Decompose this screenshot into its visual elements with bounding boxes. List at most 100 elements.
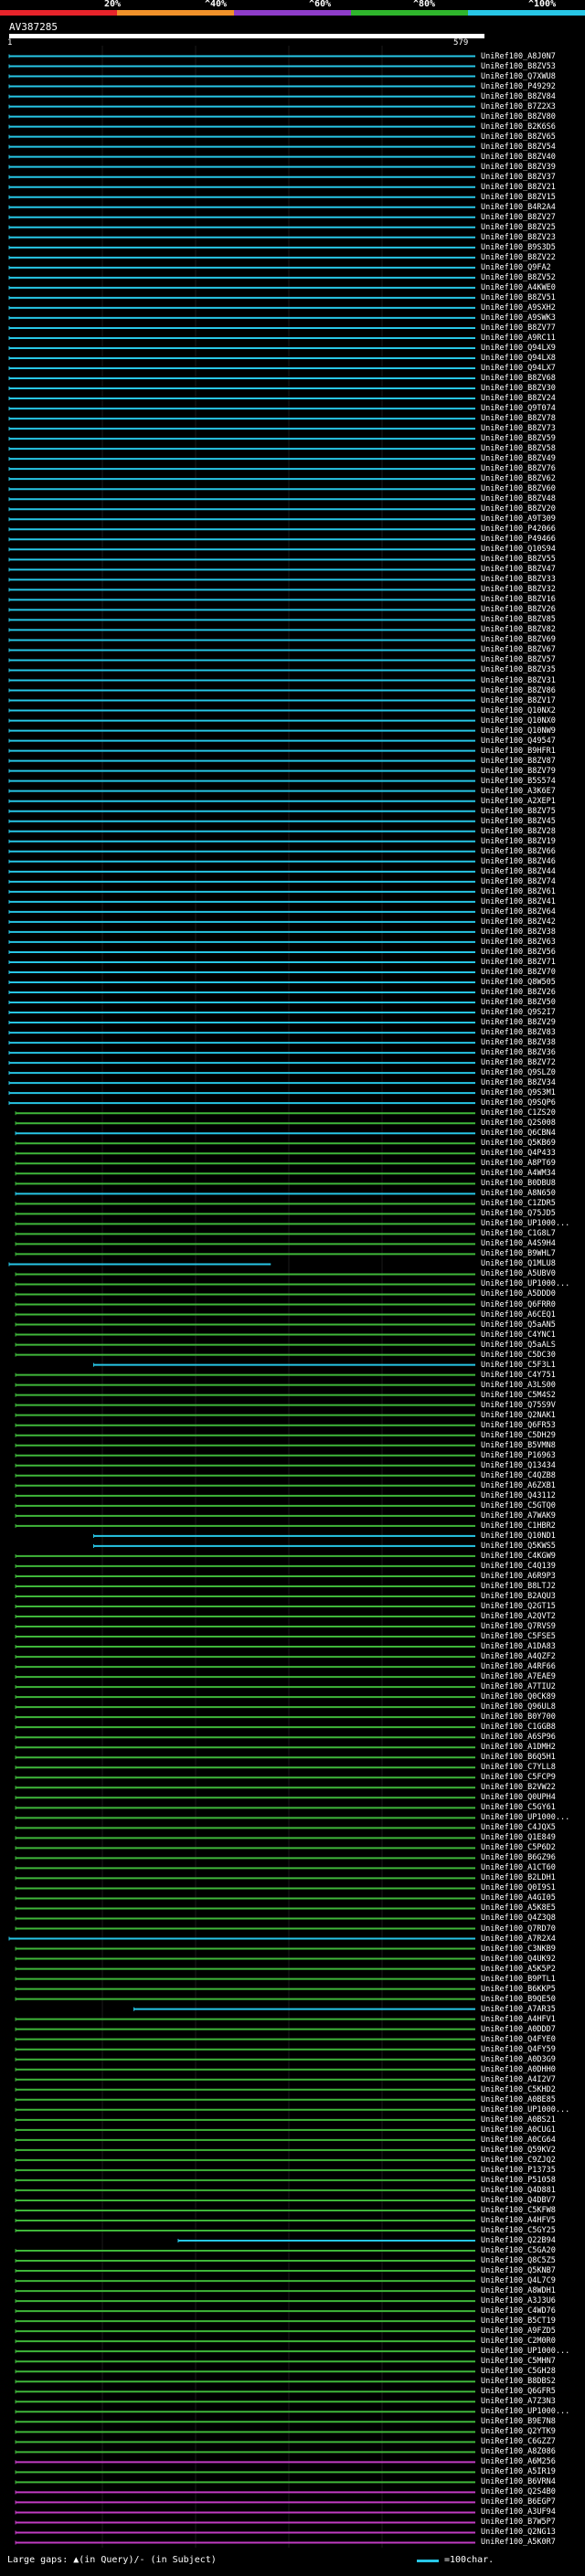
hit-label[interactable]: UniRef100_B8ZV82 [481, 625, 556, 634]
hit-label[interactable]: UniRef100_C5P6D2 [481, 1843, 556, 1852]
hit-label[interactable]: UniRef100_B8ZV54 [481, 143, 556, 152]
hit-label[interactable]: UniRef100_A8N650 [481, 1189, 556, 1198]
hit-label[interactable]: UniRef100_B8ZV39 [481, 163, 556, 172]
hit-label[interactable]: UniRef100_B8ZV66 [481, 847, 556, 856]
hit-label[interactable]: UniRef100_C4KGW9 [481, 1552, 556, 1561]
hit-label[interactable]: UniRef100_Q7XWU8 [481, 72, 556, 81]
hit-label[interactable]: UniRef100_A3K6E7 [481, 787, 556, 796]
hit-label[interactable]: UniRef100_B9HFR1 [481, 747, 556, 756]
hit-label[interactable]: UniRef100_Q0CK89 [481, 1692, 556, 1701]
hit-label[interactable]: UniRef100_Q5aALS [481, 1341, 556, 1350]
hit-label[interactable]: UniRef100_A6CEQ1 [481, 1310, 556, 1320]
hit-label[interactable]: UniRef100_C5MHN7 [481, 2357, 556, 2366]
hit-label[interactable]: UniRef100_P13735 [481, 2166, 556, 2175]
hit-label[interactable]: UniRef100_C4Q139 [481, 1562, 556, 1571]
hit-label[interactable]: UniRef100_B6VRN4 [481, 2477, 556, 2486]
hit-label[interactable]: UniRef100_A4KWE0 [481, 283, 556, 292]
hit-label[interactable]: UniRef100_A0CUG1 [481, 2125, 556, 2135]
hit-label[interactable]: UniRef100_B8ZV24 [481, 394, 556, 403]
hit-label[interactable]: UniRef100_Q0I9S1 [481, 1883, 556, 1892]
hit-label[interactable]: UniRef100_C1G8L7 [481, 1229, 556, 1238]
hit-label[interactable]: UniRef100_B8ZV76 [481, 464, 556, 473]
hit-label[interactable]: UniRef100_B8ZV27 [481, 213, 556, 222]
hit-label[interactable]: UniRef100_Q9S3M1 [481, 1088, 556, 1097]
hit-label[interactable]: UniRef100_B8ZV75 [481, 807, 556, 816]
hit-label[interactable]: UniRef100_Q59KV2 [481, 2146, 556, 2155]
hit-label[interactable]: UniRef100_Q22B94 [481, 2236, 556, 2245]
hit-label[interactable]: UniRef100_A4I2V7 [481, 2075, 556, 2084]
hit-label[interactable]: UniRef100_A4RF66 [481, 1662, 556, 1671]
hit-label[interactable]: UniRef100_B5CT19 [481, 2316, 556, 2326]
hit-label[interactable]: UniRef100_Q43112 [481, 1491, 556, 1500]
hit-label[interactable]: UniRef100_Q94LX7 [481, 364, 556, 373]
hit-label[interactable]: UniRef100_A7AR35 [481, 2005, 556, 2014]
hit-label[interactable]: UniRef100_Q4L7C9 [481, 2276, 556, 2285]
hit-label[interactable]: UniRef100_B8ZV59 [481, 434, 556, 443]
hit-label[interactable]: UniRef100_A0CG64 [481, 2136, 556, 2145]
hit-label[interactable]: UniRef100_Q96UL8 [481, 1702, 556, 1712]
hit-label[interactable]: UniRef100_B8ZV74 [481, 877, 556, 886]
hit-label[interactable]: UniRef100_B7Z2X3 [481, 102, 556, 111]
hit-label[interactable]: UniRef100_Q9T074 [481, 404, 556, 413]
hit-label[interactable]: UniRef100_A8WDH1 [481, 2286, 556, 2295]
hit-label[interactable]: UniRef100_C1HBR2 [481, 1521, 556, 1531]
hit-label[interactable]: UniRef100_UP1000... [481, 2105, 569, 2115]
hit-label[interactable]: UniRef100_C2M0R0 [481, 2337, 556, 2346]
hit-label[interactable]: UniRef100_B8ZV35 [481, 665, 556, 674]
hit-label[interactable]: UniRef100_B8ZV46 [481, 857, 556, 866]
hit-label[interactable]: UniRef100_Q0UPH4 [481, 1793, 556, 1802]
hit-label[interactable]: UniRef100_Q7RD70 [481, 1924, 556, 1934]
hit-label[interactable]: UniRef100_A0BE85 [481, 2095, 556, 2104]
hit-label[interactable]: UniRef100_B8ZV47 [481, 565, 556, 574]
hit-label[interactable]: UniRef100_A4HFV1 [481, 2015, 556, 2024]
hit-label[interactable]: UniRef100_Q2NAK1 [481, 1411, 556, 1420]
hit-label[interactable]: UniRef100_C1GGB8 [481, 1723, 556, 1732]
hit-label[interactable]: UniRef100_B6Q5H1 [481, 1753, 556, 1762]
hit-label[interactable]: UniRef100_B8LTJ2 [481, 1582, 556, 1591]
hit-label[interactable]: UniRef100_P49292 [481, 82, 556, 91]
hit-label[interactable]: UniRef100_Q5KNB7 [481, 2266, 556, 2275]
hit-label[interactable]: UniRef100_B8ZV60 [481, 484, 556, 493]
hit-label[interactable]: UniRef100_Q4Z3Q8 [481, 1913, 556, 1923]
hit-label[interactable]: UniRef100_B8ZV84 [481, 92, 556, 101]
hit-label[interactable]: UniRef100_B2K6S6 [481, 122, 556, 132]
hit-label[interactable]: UniRef100_A0D3G9 [481, 2055, 556, 2064]
hit-label[interactable]: UniRef100_Q2NG13 [481, 2528, 556, 2537]
hit-label[interactable]: UniRef100_A7EAE9 [481, 1672, 556, 1681]
hit-label[interactable]: UniRef100_Q4FY59 [481, 2045, 556, 2054]
hit-label[interactable]: UniRef100_B6GZ96 [481, 1853, 556, 1862]
hit-label[interactable]: UniRef100_Q94LX9 [481, 344, 556, 353]
hit-label[interactable]: UniRef100_Q75JD5 [481, 1209, 556, 1218]
hit-label[interactable]: UniRef100_A9T309 [481, 514, 556, 524]
hit-label[interactable]: UniRef100_A4HFV5 [481, 2216, 556, 2225]
hit-label[interactable]: UniRef100_A7TIU2 [481, 1682, 556, 1691]
hit-label[interactable]: UniRef100_C4YNC1 [481, 1330, 556, 1340]
hit-label[interactable]: UniRef100_A0BS21 [481, 2115, 556, 2125]
hit-label[interactable]: UniRef100_B8ZV38 [481, 928, 556, 937]
hit-label[interactable]: UniRef100_Q6CBN4 [481, 1129, 556, 1138]
hit-label[interactable]: UniRef100_B8ZV30 [481, 384, 556, 393]
hit-label[interactable]: UniRef100_Q9FA2 [481, 263, 551, 272]
hit-label[interactable]: UniRef100_C5M4S2 [481, 1391, 556, 1400]
hit-label[interactable]: UniRef100_C1ZS20 [481, 1108, 556, 1118]
hit-label[interactable]: UniRef100_Q5KWS5 [481, 1542, 556, 1551]
hit-label[interactable]: UniRef100_B9S3D5 [481, 243, 556, 252]
hit-label[interactable]: UniRef100_A1DMH2 [481, 1743, 556, 1752]
hit-label[interactable]: UniRef100_Q6FRR0 [481, 1300, 556, 1309]
hit-label[interactable]: UniRef100_Q4DBV7 [481, 2196, 556, 2205]
hit-label[interactable]: UniRef100_C5DC30 [481, 1351, 556, 1360]
hit-label[interactable]: UniRef100_B9E7N8 [481, 2417, 556, 2426]
hit-label[interactable]: UniRef100_A9SXH2 [481, 303, 556, 313]
hit-label[interactable]: UniRef100_B8ZV17 [481, 696, 556, 705]
hit-label[interactable]: UniRef100_A7Z3N3 [481, 2397, 556, 2406]
hit-label[interactable]: UniRef100_B8ZV28 [481, 827, 556, 836]
hit-label[interactable]: UniRef100_UP1000... [481, 1219, 569, 1228]
hit-label[interactable]: UniRef100_B8ZV21 [481, 183, 556, 192]
hit-label[interactable]: UniRef100_Q75S9V [481, 1401, 556, 1410]
hit-label[interactable]: UniRef100_A8PT69 [481, 1159, 556, 1168]
hit-label[interactable]: UniRef100_A6SP96 [481, 1733, 556, 1742]
hit-label[interactable]: UniRef100_C5GTQ0 [481, 1501, 556, 1511]
hit-label[interactable]: UniRef100_Q5KB69 [481, 1139, 556, 1148]
hit-label[interactable]: UniRef100_B8ZV77 [481, 323, 556, 333]
hit-label[interactable]: UniRef100_A9FZD5 [481, 2327, 556, 2336]
